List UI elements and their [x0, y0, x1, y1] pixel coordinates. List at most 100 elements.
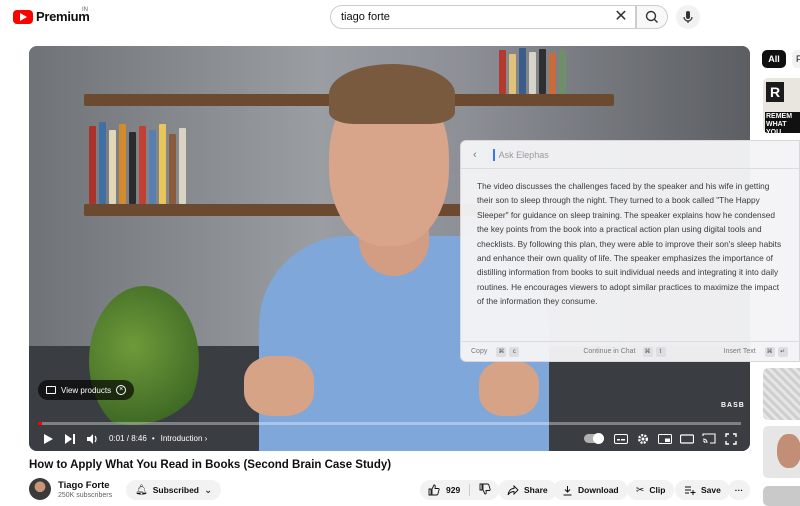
subtitles-icon [614, 433, 628, 444]
save-button[interactable]: Save [675, 480, 730, 500]
like-button[interactable]: 929 [428, 484, 460, 496]
book [529, 52, 536, 94]
miniplayer-icon [658, 433, 672, 444]
download-button[interactable]: Download [553, 480, 628, 500]
play-button[interactable] [37, 428, 59, 450]
elephas-summary-panel: ‹ Ask Elephas The video discusses the ch… [460, 140, 800, 362]
subtitles-button[interactable] [610, 428, 632, 450]
search-button[interactable] [636, 5, 668, 29]
more-icon: ··· [734, 485, 744, 495]
youtube-premium-logo[interactable]: Premium IN [13, 7, 90, 24]
book [129, 132, 136, 204]
thumbs-up-icon [428, 484, 440, 496]
return-key-icon: ↵ [777, 346, 788, 357]
insert-text-action[interactable]: Insert Text ⌘ ↵ [724, 346, 788, 357]
recommended-video-thumbnail[interactable]: R REMEM WHAT YOU [763, 78, 800, 133]
book [119, 124, 126, 204]
cast-icon [702, 433, 716, 444]
subscriber-count: 250K subscribers [58, 492, 113, 499]
book [509, 54, 516, 94]
text-cursor [492, 148, 495, 161]
elephas-header: ‹ Ask Elephas [461, 141, 799, 169]
command-key-icon: ⌘ [764, 346, 775, 357]
fullscreen-button[interactable] [720, 428, 742, 450]
gear-icon [638, 433, 648, 444]
channel-watermark[interactable]: BASB [721, 402, 745, 409]
chevron-down-icon: ⌄ [204, 484, 213, 496]
book [89, 126, 96, 204]
search-query: tiago forte [341, 11, 390, 23]
filter-chip-next[interactable]: F [792, 50, 800, 68]
progress-fill [38, 422, 42, 425]
clear-search-icon[interactable]: ✕ [612, 8, 630, 26]
book [99, 122, 106, 204]
book [539, 49, 546, 94]
cast-button[interactable] [698, 428, 720, 450]
book [499, 50, 506, 94]
book [519, 48, 526, 94]
book [169, 134, 176, 204]
book [159, 124, 166, 204]
chapter-title[interactable]: Introduction › [161, 434, 208, 443]
elephas-footer: Copy ⌘ c Continue in Chat ⌘ t Insert Tex… [461, 341, 800, 361]
progress-bar[interactable] [38, 422, 741, 425]
recommended-video-thumbnail[interactable] [763, 368, 800, 420]
book [139, 126, 146, 204]
recommended-video-thumbnail[interactable] [763, 426, 800, 478]
person-right-hand [479, 361, 539, 416]
volume-button[interactable] [81, 428, 103, 450]
subscribed-button[interactable]: 🔔︎ Subscribed ⌄ [126, 480, 222, 500]
play-icon [44, 433, 53, 444]
separator-dot: • [151, 434, 155, 443]
fullscreen-icon [725, 432, 737, 445]
share-button[interactable]: Share [498, 480, 557, 500]
volume-icon [86, 433, 97, 444]
person-left-hand [244, 356, 314, 416]
search-icon [645, 10, 658, 23]
next-button[interactable] [59, 428, 81, 450]
shelf [84, 204, 514, 216]
thumbnail-face [777, 434, 800, 468]
clip-button[interactable]: ✂ Clip [627, 480, 675, 500]
filter-chip-all[interactable]: All [762, 50, 786, 68]
download-icon [563, 485, 572, 495]
dislike-button[interactable] [479, 483, 491, 497]
channel-name[interactable]: Tiago Forte [58, 480, 110, 491]
autoplay-toggle[interactable] [584, 433, 604, 444]
video-title: How to Apply What You Read in Books (Sec… [29, 459, 392, 471]
theater-mode-button[interactable] [676, 428, 698, 450]
book [179, 128, 186, 204]
search-input[interactable]: tiago forte [330, 5, 636, 29]
thumbnail-logo: R [766, 82, 784, 102]
youtube-play-icon [13, 9, 33, 24]
settings-button[interactable] [632, 428, 654, 450]
close-icon[interactable]: × [116, 385, 127, 395]
playlist-add-icon [685, 486, 696, 495]
book [549, 53, 556, 94]
avatar[interactable] [29, 478, 51, 500]
book [559, 50, 566, 94]
share-icon [507, 484, 519, 495]
thumbs-down-icon [479, 483, 491, 495]
voice-search-button[interactable] [676, 5, 700, 29]
microphone-icon [683, 11, 693, 23]
divider [469, 484, 471, 496]
bell-icon: 🔔︎ [135, 484, 148, 496]
back-chevron-icon[interactable]: ‹ [473, 149, 477, 161]
ask-elephas-input[interactable]: Ask Elephas [499, 150, 549, 160]
command-key-icon: ⌘ [496, 346, 507, 357]
copy-action[interactable]: Copy ⌘ c [471, 346, 520, 357]
more-actions-button[interactable]: ··· [728, 480, 750, 500]
continue-in-chat-action[interactable]: Continue in Chat ⌘ t [583, 346, 666, 357]
skip-next-icon [65, 433, 75, 444]
like-dislike-group: 929 [420, 480, 500, 500]
like-count: 929 [446, 485, 461, 495]
player-controls: 0:01 / 8:46 • Introduction › [29, 426, 750, 451]
plant [89, 286, 199, 436]
shopping-bag-icon [46, 386, 56, 394]
recommended-video-thumbnail[interactable] [763, 486, 800, 506]
miniplayer-button[interactable] [654, 428, 676, 450]
view-products-button[interactable]: View products × [38, 380, 135, 400]
logo-region: IN [82, 7, 88, 13]
book [149, 130, 156, 204]
